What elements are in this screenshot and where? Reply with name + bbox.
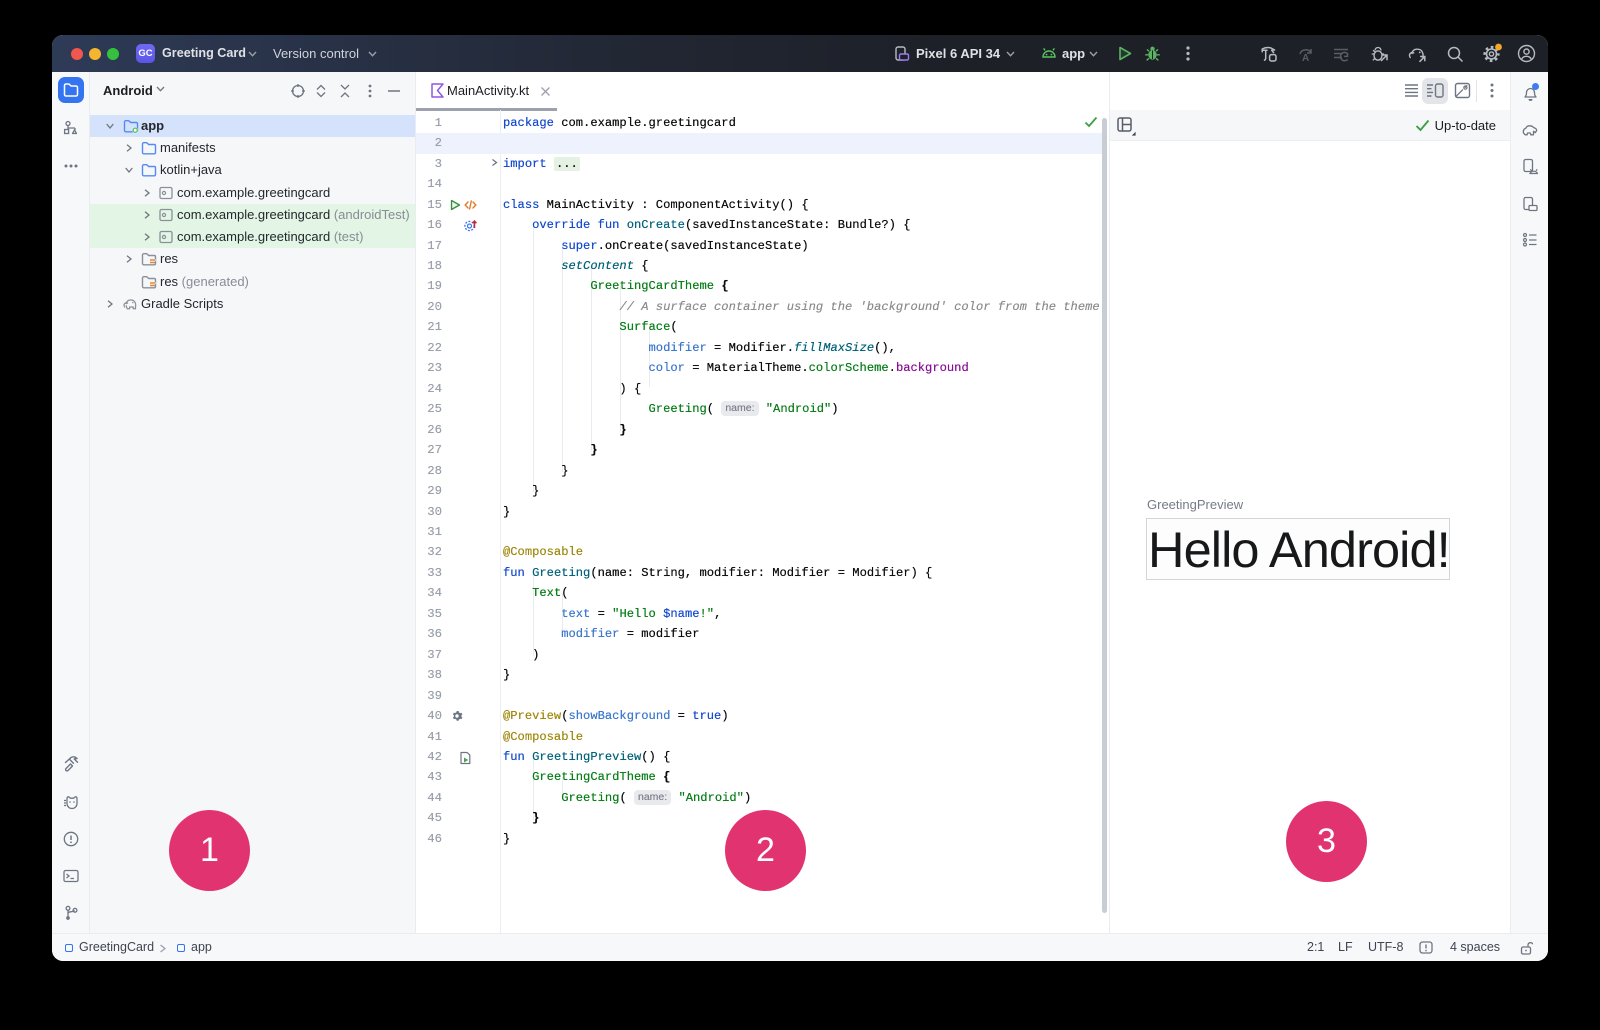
svg-text:A: A <box>1302 53 1309 63</box>
